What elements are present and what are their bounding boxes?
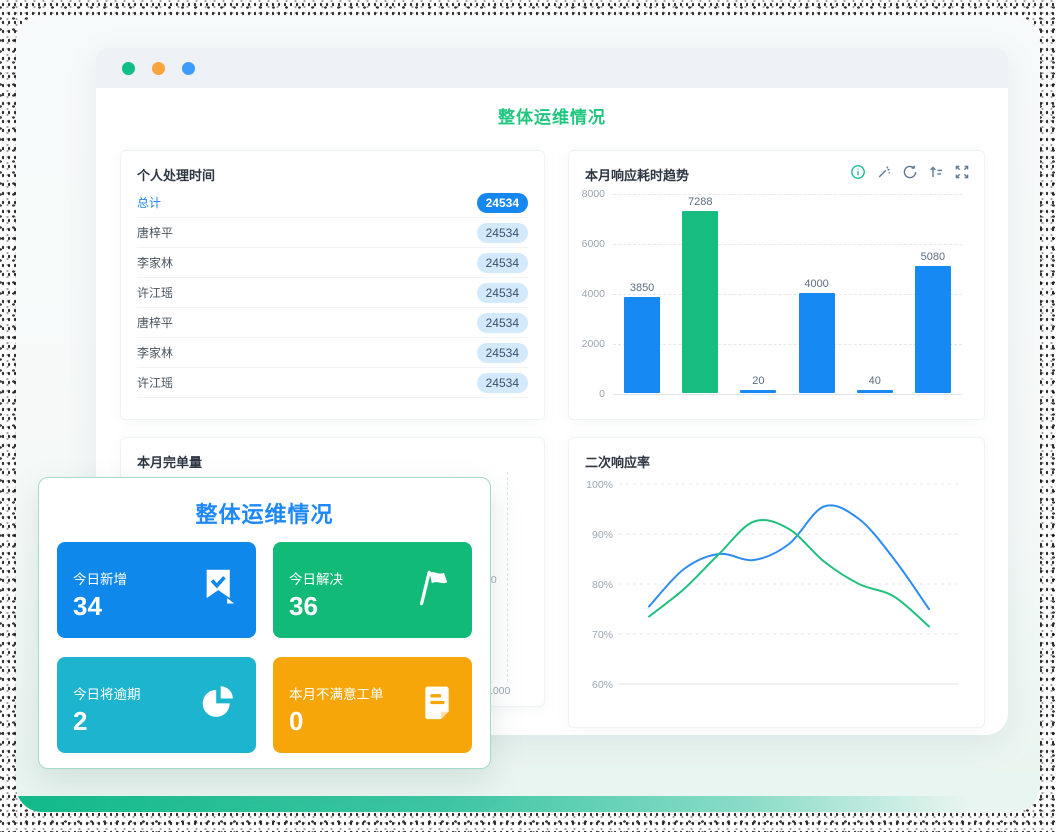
bar-rect — [799, 293, 835, 393]
person-name: 总计 — [137, 194, 161, 211]
personal-time-rows: 总计24534唐梓平24534李家林24534许江瑶24534唐梓平24534李… — [137, 188, 528, 398]
bar-rect — [740, 390, 776, 393]
y-axis-tick: 100% — [586, 479, 613, 491]
y-axis-tick: 2000 — [569, 338, 605, 350]
sort-icon[interactable] — [928, 164, 944, 180]
list-item: 许江瑶 24534 — [137, 368, 528, 398]
line-chart[interactable]: 100% 90% 80% 70% 60% — [575, 468, 970, 708]
axis-gridline — [507, 472, 508, 682]
y-axis-tick: 6000 — [569, 238, 605, 250]
bar-rect — [857, 390, 893, 393]
value-badge: 24534 — [477, 193, 528, 213]
y-axis-tick: 4000 — [569, 288, 605, 300]
y-axis-tick: 80% — [592, 579, 613, 591]
window-dot-blue[interactable] — [182, 62, 195, 75]
value-badge: 24534 — [477, 373, 528, 393]
magic-wand-icon[interactable] — [876, 164, 892, 180]
bar-rect — [624, 297, 660, 393]
overlay-kpi-card: 整体运维情况 今日新增34今日解决36今日将逾期2本月不满意工单0 — [38, 477, 491, 769]
bar-rect — [915, 266, 951, 393]
y-axis-tick: 8000 — [569, 188, 605, 200]
bar-value-label: 4000 — [804, 278, 828, 290]
stat-tile-pie-chart[interactable]: 今日将逾期2 — [57, 657, 256, 753]
y-axis-tick: 60% — [592, 679, 613, 691]
bookmark-check-icon — [204, 569, 236, 607]
bar-value-label: 20 — [752, 375, 764, 387]
person-name: 许江瑶 — [137, 284, 173, 301]
fullscreen-icon[interactable] — [954, 164, 970, 180]
list-item: 李家林 24534 — [137, 338, 528, 368]
overlay-title: 整体运维情况 — [39, 497, 490, 529]
value-badge: 24534 — [477, 283, 528, 303]
chart-toolbar — [850, 164, 970, 180]
person-name: 许江瑶 — [137, 374, 173, 391]
y-axis-tick: 90% — [592, 529, 613, 541]
bar[interactable]: 40 — [846, 375, 904, 393]
stat-tile-flag[interactable]: 今日解决36 — [273, 542, 472, 638]
person-name: 唐梓平 — [137, 314, 173, 331]
gridline — [613, 244, 962, 245]
person-name: 唐梓平 — [137, 224, 173, 241]
page-title: 整体运维情况 — [96, 103, 1008, 128]
y-axis-tick: 70% — [592, 629, 613, 641]
window-header — [96, 48, 1008, 88]
bar-rect — [682, 211, 718, 393]
window-dot-green[interactable] — [122, 62, 135, 75]
stat-tile-document[interactable]: 本月不满意工单0 — [273, 657, 472, 753]
bar[interactable]: 4000 — [788, 278, 846, 393]
bar[interactable]: 3850 — [613, 282, 671, 393]
list-item: 总计 24534 — [137, 188, 528, 218]
bar[interactable]: 5080 — [904, 251, 962, 393]
stat-tile-bookmark-check[interactable]: 今日新增34 — [57, 542, 256, 638]
bar-value-label: 5080 — [921, 251, 945, 263]
panel-response-trend: 本月响应耗时趋势 — [568, 150, 985, 420]
stats-grid: 今日新增34今日解决36今日将逾期2本月不满意工单0 — [57, 542, 472, 753]
panel-second-response: 二次响应率 100%90%80%70%60% — [568, 437, 985, 728]
bar-chart-plot[interactable]: 3850 7288 20 4000 40 5080 — [613, 194, 962, 394]
value-badge: 24534 — [477, 223, 528, 243]
info-circle-icon[interactable] — [850, 164, 866, 180]
person-name: 李家林 — [137, 344, 173, 361]
gridline — [613, 194, 962, 195]
bar-value-label: 7288 — [688, 196, 712, 208]
panel-title: 本月完单量 — [137, 452, 528, 471]
footer-gradient-bar — [16, 796, 1040, 812]
gridline — [613, 394, 962, 395]
value-badge: 24534 — [477, 313, 528, 333]
value-badge: 24534 — [477, 253, 528, 273]
list-item: 许江瑶 24534 — [137, 278, 528, 308]
list-item: 唐梓平 24534 — [137, 308, 528, 338]
bar[interactable]: 7288 — [671, 196, 729, 393]
person-name: 李家林 — [137, 254, 173, 271]
bar-value-label: 40 — [869, 375, 881, 387]
bar[interactable]: 20 — [729, 375, 787, 393]
panel-title: 个人处理时间 — [137, 165, 528, 184]
value-badge: 24534 — [477, 343, 528, 363]
pie-chart-icon — [200, 685, 236, 721]
green-series-line — [649, 520, 929, 627]
panel-personal-time: 个人处理时间 总计24534唐梓平24534李家林24534许江瑶24534唐梓… — [120, 150, 545, 420]
list-item: 李家林 24534 — [137, 248, 528, 278]
flag-icon — [414, 569, 452, 607]
refresh-icon[interactable] — [902, 164, 918, 180]
document-icon — [422, 685, 452, 721]
window-dot-orange[interactable] — [152, 62, 165, 75]
list-item: 唐梓平 24534 — [137, 218, 528, 248]
bar-value-label: 3850 — [630, 282, 654, 294]
y-axis-tick: 0 — [569, 388, 605, 400]
